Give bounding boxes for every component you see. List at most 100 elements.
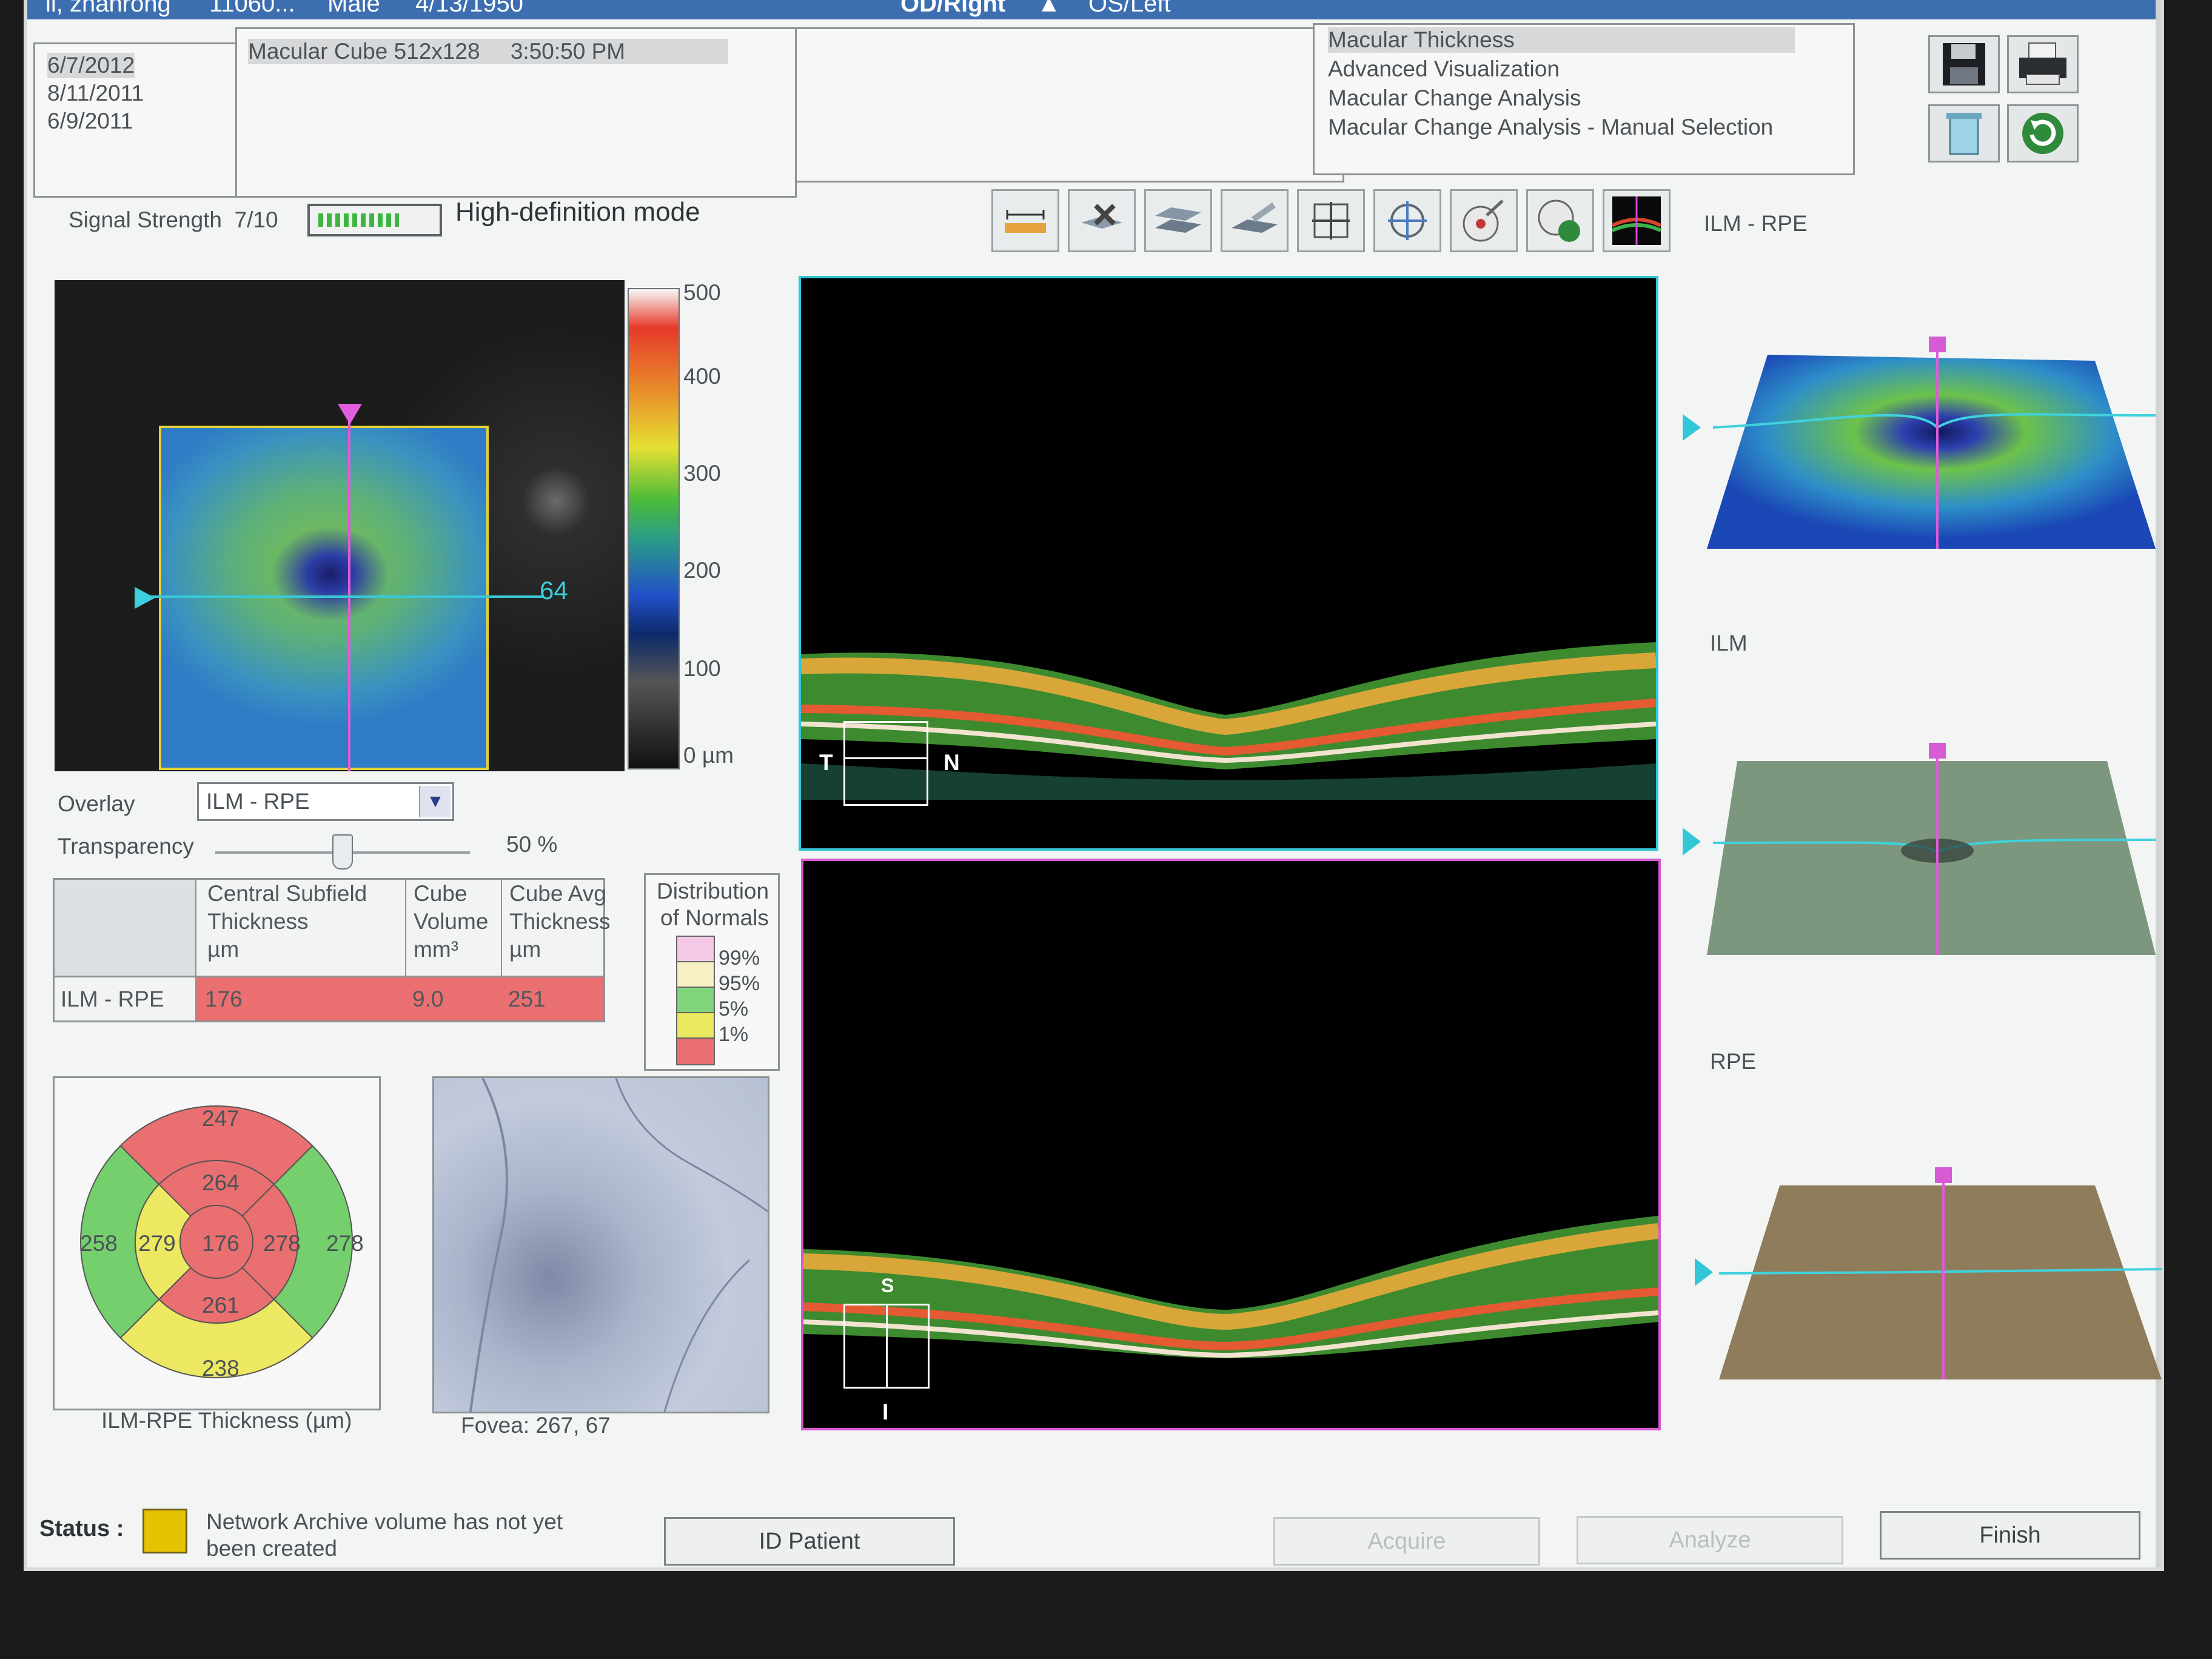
surface-3d-ilm[interactable] bbox=[1683, 743, 2168, 961]
layer-tool-button[interactable] bbox=[1144, 189, 1212, 252]
table-row-label: ILM - RPE bbox=[61, 987, 164, 1011]
fovea-enface-image[interactable] bbox=[432, 1076, 769, 1413]
transparency-label: Transparency bbox=[58, 834, 194, 859]
layers-icon bbox=[1155, 207, 1201, 233]
etdrs-value-outer-superior: 247 bbox=[202, 1106, 240, 1131]
nasal-label: N bbox=[943, 750, 960, 775]
bscan-locator-box[interactable] bbox=[843, 721, 928, 806]
legend-swatch bbox=[676, 936, 715, 964]
bscan-locator-line bbox=[843, 757, 928, 759]
cube-avg-thickness-value: 251 bbox=[508, 987, 546, 1011]
analyze-button[interactable]: Analyze bbox=[1577, 1516, 1843, 1564]
surface-3d-gray bbox=[1683, 743, 2156, 955]
distribution-legend: Distribution of Normals 99% 95% 5% 1% bbox=[644, 873, 780, 1071]
visit-item[interactable]: 8/11/2011 bbox=[47, 81, 144, 106]
ruler-tool-button[interactable] bbox=[991, 189, 1059, 252]
print-button[interactable] bbox=[2007, 35, 2079, 93]
thickness-table: Central Subfield Thickness µm Cube Volume mm… bbox=[53, 878, 611, 1022]
scan-item[interactable]: Macular Cube 512x128 3:50:50 PM bbox=[248, 39, 729, 64]
refresh-icon bbox=[2022, 113, 2063, 154]
scale-tick: 200 bbox=[683, 558, 721, 583]
etdrs-value-center: 176 bbox=[202, 1231, 240, 1256]
scale-tick: 500 bbox=[683, 280, 721, 305]
thickness-overlay bbox=[159, 426, 489, 770]
target-icon bbox=[1388, 201, 1427, 240]
remove-measure-button[interactable] bbox=[1068, 189, 1136, 252]
application-window: li, zhanrong 11060... Male 4/13/1950 OD/… bbox=[27, 0, 2162, 1567]
scale-tick: 400 bbox=[683, 364, 721, 389]
overlay-select-value: ILM - RPE bbox=[206, 789, 310, 814]
ruler-icon bbox=[1005, 210, 1046, 233]
fovea-vessels bbox=[469, 1078, 768, 1412]
bscan-view-button[interactable] bbox=[1603, 189, 1671, 252]
status-label: Status : bbox=[39, 1516, 124, 1541]
floppy-disk-icon bbox=[1943, 43, 1985, 85]
chevron-down-icon[interactable]: ▼ bbox=[419, 786, 451, 817]
acquire-button[interactable]: Acquire bbox=[1273, 1517, 1540, 1566]
vertical-line-handle-icon[interactable] bbox=[338, 404, 362, 424]
analysis-list: Macular Thickness Advanced Visualization… bbox=[1313, 23, 1855, 175]
bscan-horizontal[interactable]: T N bbox=[799, 276, 1658, 851]
eye-od-label[interactable]: OD/Right bbox=[900, 0, 1005, 16]
analysis-item[interactable]: Macular Change Analysis bbox=[1328, 85, 1581, 111]
refresh-button[interactable] bbox=[2007, 104, 2079, 163]
etdrs-value-outer-nasal: 278 bbox=[326, 1231, 364, 1256]
etdrs-value-inner-nasal: 278 bbox=[263, 1231, 301, 1256]
id-patient-button[interactable]: ID Patient bbox=[664, 1517, 955, 1566]
etdrs-value-inner-temporal: 279 bbox=[138, 1231, 176, 1256]
slider-thumb[interactable] bbox=[332, 834, 353, 870]
temporal-label: T bbox=[819, 750, 833, 775]
surface-3d-ilm-rpe[interactable] bbox=[1683, 337, 2168, 555]
patient-sex: Male bbox=[327, 0, 380, 17]
legend-swatch bbox=[676, 1037, 715, 1065]
save-button[interactable] bbox=[1928, 35, 2000, 93]
etdrs-value-inner-superior: 264 bbox=[202, 1170, 240, 1195]
transparency-slider[interactable] bbox=[215, 834, 470, 870]
finish-button[interactable]: Finish bbox=[1880, 1511, 2140, 1560]
vertical-scan-line[interactable] bbox=[348, 414, 350, 771]
signal-strength-value: 7/10 bbox=[234, 207, 278, 232]
patient-dob: 4/13/1950 bbox=[415, 0, 523, 17]
layer-edit-icon bbox=[1232, 202, 1278, 233]
title-bar: li, zhanrong 11060... Male 4/13/1950 OD/… bbox=[27, 0, 2156, 19]
fundus-image[interactable]: 64 bbox=[55, 280, 625, 771]
analysis-item[interactable]: Advanced Visualization bbox=[1328, 56, 1560, 82]
scale-tick: 300 bbox=[683, 461, 721, 486]
table-header: Cube Avg Thickness µm bbox=[509, 881, 611, 962]
bscan-retina-layers bbox=[803, 1216, 1658, 1358]
scan-list: Macular Cube 512x128 3:50:50 PM bbox=[235, 27, 797, 198]
distribution-title: Distribution bbox=[657, 879, 769, 903]
hd-mode-label: High-definition mode bbox=[455, 197, 700, 227]
visit-item[interactable]: 6/9/2011 bbox=[47, 109, 133, 134]
eye-marker-icon: ▲ bbox=[1037, 0, 1061, 17]
visit-item[interactable]: 6/7/2012 bbox=[47, 53, 135, 78]
overlay-select[interactable]: ILM - RPE ▼ bbox=[197, 782, 454, 821]
blank-panel bbox=[795, 27, 1344, 183]
delete-button[interactable] bbox=[1928, 104, 2000, 163]
disc-refresh-button[interactable] bbox=[1526, 189, 1594, 252]
analysis-item[interactable]: Macular Change Analysis - Manual Selecti… bbox=[1328, 115, 1773, 140]
crosshair-button[interactable] bbox=[1297, 189, 1365, 252]
legend-label: 1% bbox=[719, 1023, 749, 1046]
surface-3d-rpe[interactable] bbox=[1683, 1167, 2168, 1386]
disc-tool-button[interactable] bbox=[1450, 189, 1518, 252]
bscan-vertical[interactable]: S I bbox=[801, 859, 1661, 1430]
crosshair-icon bbox=[1312, 202, 1350, 240]
trash-icon bbox=[1946, 113, 1982, 155]
horizontal-line-handle-icon[interactable] bbox=[135, 587, 155, 609]
layer-edit-button[interactable] bbox=[1221, 189, 1289, 252]
analysis-item[interactable]: Macular Thickness bbox=[1328, 27, 1795, 53]
horizontal-scan-line[interactable] bbox=[139, 595, 543, 598]
bscan-view-icon bbox=[1611, 196, 1662, 245]
disc-icon bbox=[1463, 199, 1504, 242]
scale-tick: 0 µm bbox=[683, 743, 734, 768]
thickness-color-scale bbox=[628, 288, 680, 769]
distribution-subtitle: of Normals bbox=[660, 905, 769, 930]
status-message: Network Archive volume has not yet been … bbox=[206, 1509, 563, 1561]
etdrs-caption: ILM-RPE Thickness (µm) bbox=[101, 1408, 352, 1433]
bscan-retina-layers bbox=[801, 642, 1656, 800]
surface-label-ilm-rpe: ILM - RPE bbox=[1704, 211, 1808, 236]
center-target-button[interactable] bbox=[1373, 189, 1441, 252]
disc-refresh-icon bbox=[1538, 199, 1580, 242]
eye-os-label[interactable]: OS/Left bbox=[1088, 0, 1171, 16]
